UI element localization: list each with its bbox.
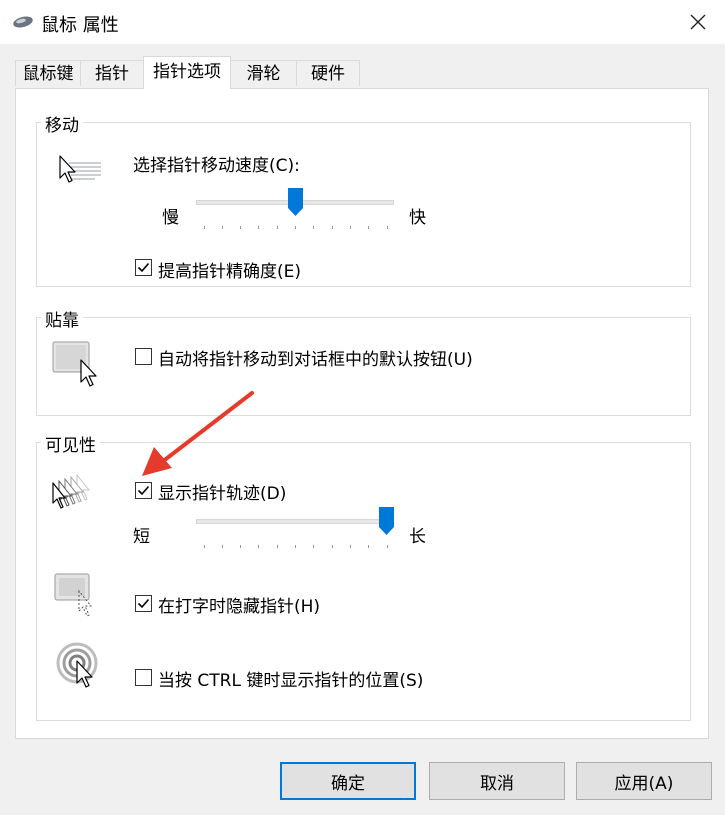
- speed-slider-thumb[interactable]: [287, 188, 303, 216]
- tab-pointer-options[interactable]: 指针选项: [143, 56, 231, 89]
- trail-slider-track: [196, 519, 394, 524]
- checkmark-icon: [137, 262, 150, 273]
- slider-tick: [349, 226, 351, 229]
- slider-tick: [258, 545, 260, 548]
- pointer-speed-icon: [59, 155, 101, 183]
- tab-hardware[interactable]: 硬件: [296, 60, 360, 86]
- slider-tick: [258, 226, 260, 229]
- hide-while-typing-label: 在打字时隐藏指针(H): [158, 597, 321, 617]
- slider-tick: [240, 545, 242, 548]
- slider-tick: [240, 226, 242, 229]
- cancel-button[interactable]: 取消: [429, 762, 565, 800]
- hide-while-typing-checkbox[interactable]: [135, 595, 152, 612]
- show-location-ctrl-label: 当按 CTRL 键时显示指针的位置(S): [158, 671, 424, 691]
- snap-to-default-icon: [52, 341, 97, 387]
- pointer-speed-slider[interactable]: [196, 188, 396, 232]
- pointer-trail-length-slider[interactable]: [196, 507, 396, 551]
- slider-tick: [368, 226, 370, 229]
- slow-label: 慢: [162, 208, 179, 228]
- short-label: 短: [133, 527, 150, 547]
- tab-pointers[interactable]: 指针: [80, 60, 144, 86]
- enhance-precision-label: 提高指针精确度(E): [158, 262, 302, 282]
- slider-tick: [313, 226, 315, 229]
- enhance-precision-checkbox[interactable]: [135, 259, 152, 276]
- checkmark-icon: [137, 485, 150, 496]
- apply-button[interactable]: 应用(A): [576, 762, 712, 800]
- slider-tick: [203, 545, 205, 548]
- ok-button[interactable]: 确定: [280, 762, 416, 800]
- slider-tick: [368, 545, 370, 548]
- snap-group-title: 贴靠: [41, 306, 83, 331]
- snap-to-group: 贴靠 自动将指针移动到对话框中的默认按钮(U): [36, 306, 691, 416]
- slider-tick: [295, 545, 296, 548]
- close-button[interactable]: [680, 6, 716, 38]
- trail-slider-ticks: [196, 545, 394, 549]
- motion-group: 移动 选择指针移动速度(C): 慢 快 提高指针精确度(E): [36, 111, 691, 287]
- snap-to-default-checkbox[interactable]: [135, 348, 152, 365]
- slider-tick: [386, 226, 388, 229]
- checkmark-icon: [137, 598, 150, 609]
- slider-tick: [221, 545, 223, 548]
- slider-tick: [276, 226, 278, 229]
- slider-tick: [221, 226, 223, 229]
- speed-slider-ticks: [196, 226, 394, 230]
- motion-group-title: 移动: [41, 111, 83, 136]
- mouse-icon: [13, 16, 33, 28]
- visibility-group: 可见性 显示指针轨迹(D) 短 长 在打字时隐藏指针(H) 当按 CTRL 键时…: [36, 431, 691, 721]
- snap-to-default-label: 自动将指针移动到对话框中的默认按钮(U): [158, 350, 473, 370]
- hide-while-typing-icon: [54, 573, 93, 617]
- tab-panel: 移动 选择指针移动速度(C): 慢 快 提高指针精确度(E) 贴靠 自动将指针移…: [15, 88, 709, 739]
- slider-tick: [331, 226, 333, 229]
- tab-wheel[interactable]: 滑轮: [230, 60, 297, 86]
- title-bar: 鼠标 属性: [0, 0, 725, 44]
- slider-tick: [313, 545, 315, 548]
- trail-slider-thumb[interactable]: [379, 507, 394, 535]
- window-title: 鼠标 属性: [41, 15, 119, 36]
- visibility-group-title: 可见性: [41, 431, 100, 456]
- show-location-ctrl-checkbox[interactable]: [135, 669, 152, 686]
- speed-label: 选择指针移动速度(C):: [133, 156, 300, 176]
- tab-buttons[interactable]: 鼠标键: [15, 60, 81, 86]
- slider-tick: [349, 545, 351, 548]
- slider-tick: [276, 545, 278, 548]
- fast-label: 快: [409, 208, 426, 228]
- show-location-ctrl-icon: [56, 642, 98, 688]
- close-icon: [690, 14, 706, 30]
- pointer-trails-checkbox[interactable]: [135, 482, 152, 499]
- slider-tick: [386, 545, 388, 548]
- pointer-trails-label: 显示指针轨迹(D): [158, 484, 287, 504]
- slider-tick: [295, 226, 296, 229]
- slider-tick: [203, 226, 205, 229]
- long-label: 长: [409, 527, 426, 547]
- pointer-trails-icon: [52, 473, 91, 509]
- slider-tick: [331, 545, 333, 548]
